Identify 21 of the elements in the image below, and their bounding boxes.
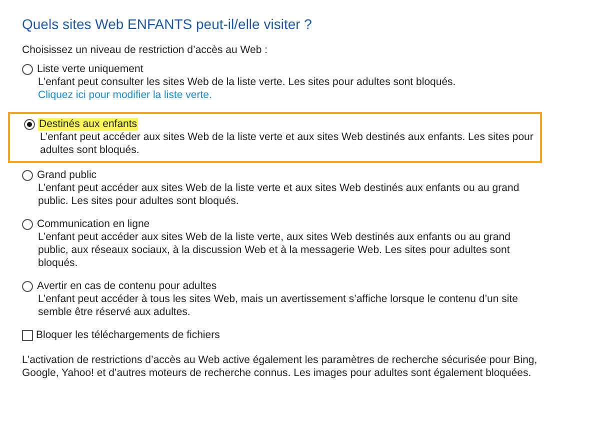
radio-button[interactable] [24,119,35,130]
option-label: Liste verte uniquement [36,63,144,76]
edit-list-link[interactable]: Cliquez ici pour modifier la liste verte. [38,89,212,102]
checkbox[interactable] [22,330,33,341]
option-label: Communication en ligne [36,218,151,231]
option-description: L’enfant peut accéder à tous les sites Web, mais un avertissement s’affiche lorsque le contenu d’un site semble être réservé aux adultes. [38,293,519,319]
option-label: Grand public [36,169,98,182]
option-description: L’enfant peut accéder aux sites Web de la liste verte, aux sites Web destinés aux enfants ou au grand public, aux réseaux sociaux, à la discussion Web et à la messagerie Web. Les sites pour adultes sont bloqués. [38,231,512,270]
radio-button[interactable] [22,281,33,292]
radio-button[interactable] [22,64,33,75]
radio-button[interactable] [22,219,33,230]
option-label: Avertir en cas de contenu pour adultes [36,280,218,293]
option-description: L’enfant peut consulter les sites Web de la liste verte. Les sites pour adultes sont bloqués. [38,76,457,89]
option-label: Destinés aux enfants [38,118,138,131]
option-description: L’enfant peut accéder aux sites Web de la liste verte et aux sites Web destinés aux enfants. Les sites pour adultes sont bloqués. [40,131,534,157]
checkbox-label: Bloquer les téléchargements de fichiers [36,329,220,342]
footnote-text: L’activation de restrictions d’accès au Web active également les paramètres de recherche sécurisée pour Bing, Google, Yahoo! et d’autres moteurs de recherche connus. Les images pour adultes sont également bloquées. [22,354,538,380]
option-description: L’enfant peut accéder aux sites Web de la liste verte et aux sites Web destinés aux enfants ou au grand public. Les sites pour adultes sont bloqués. [38,182,520,208]
radio-button[interactable] [22,170,33,181]
prompt-text: Choisissez un niveau de restriction d’accès au Web : [22,44,269,57]
section-title: Quels sites Web ENFANTS peut-il/elle visiter ? [22,16,313,32]
